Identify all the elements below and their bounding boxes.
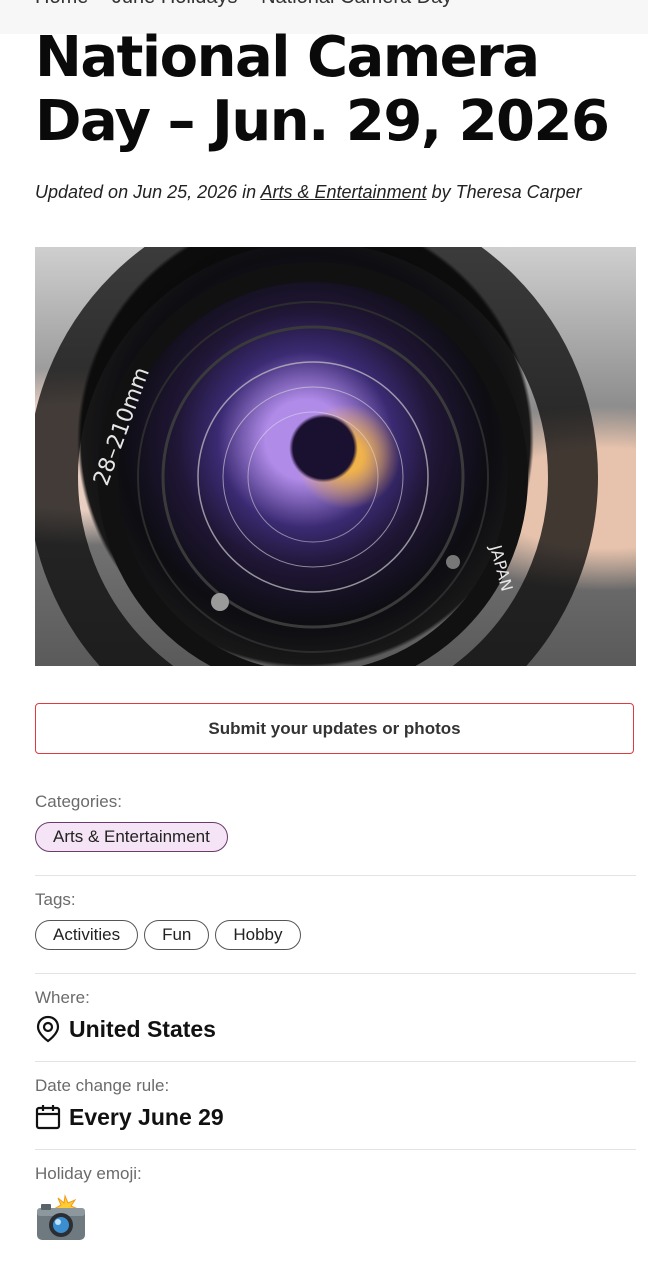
tag-pill-hobby[interactable]: Hobby bbox=[215, 920, 301, 950]
calendar-icon bbox=[35, 1105, 61, 1130]
hero-image: 28–210mm JAPAN bbox=[35, 247, 636, 666]
breadcrumb-current: National Camera Day bbox=[261, 0, 452, 8]
byline-prefix: Updated on Jun 25, 2026 in bbox=[35, 182, 261, 202]
date-rule-value: Every June 29 bbox=[69, 1103, 224, 1130]
where-label: Where: bbox=[35, 988, 90, 1007]
categories-label: Categories: bbox=[35, 792, 122, 811]
categories-list: Arts & Entertainment bbox=[35, 822, 234, 852]
byline-suffix: by Theresa Carper bbox=[426, 182, 582, 202]
breadcrumb-june-holidays[interactable]: June Holidays bbox=[112, 0, 238, 8]
divider bbox=[35, 973, 636, 974]
holiday-emoji-label: Holiday emoji: bbox=[35, 1164, 142, 1183]
divider bbox=[35, 1149, 636, 1150]
camera-with-flash-icon bbox=[35, 1194, 87, 1247]
category-pill[interactable]: Arts & Entertainment bbox=[35, 822, 228, 852]
tag-pill-fun[interactable]: Fun bbox=[144, 920, 210, 950]
divider bbox=[35, 1061, 636, 1062]
location-pin-icon bbox=[36, 1015, 60, 1043]
date-rule-row: Every June 29 bbox=[35, 1103, 224, 1131]
tag-pill-activities[interactable]: Activities bbox=[35, 920, 139, 950]
byline: Updated on Jun 25, 2026 in Arts & Entert… bbox=[35, 182, 645, 203]
breadcrumb-home[interactable]: Home bbox=[35, 0, 88, 8]
page-title: National Camera Day – Jun. 29, 2026 bbox=[35, 25, 610, 154]
date-rule-label: Date change rule: bbox=[35, 1076, 170, 1095]
submit-updates-button[interactable]: Submit your updates or photos bbox=[35, 703, 634, 754]
where-row: United States bbox=[35, 1015, 216, 1043]
tags-list: Activities Fun Hobby bbox=[35, 920, 307, 950]
divider bbox=[35, 875, 636, 876]
where-value: United States bbox=[69, 1015, 216, 1042]
tags-label: Tags: bbox=[35, 890, 76, 909]
byline-category-link[interactable]: Arts & Entertainment bbox=[261, 182, 427, 202]
